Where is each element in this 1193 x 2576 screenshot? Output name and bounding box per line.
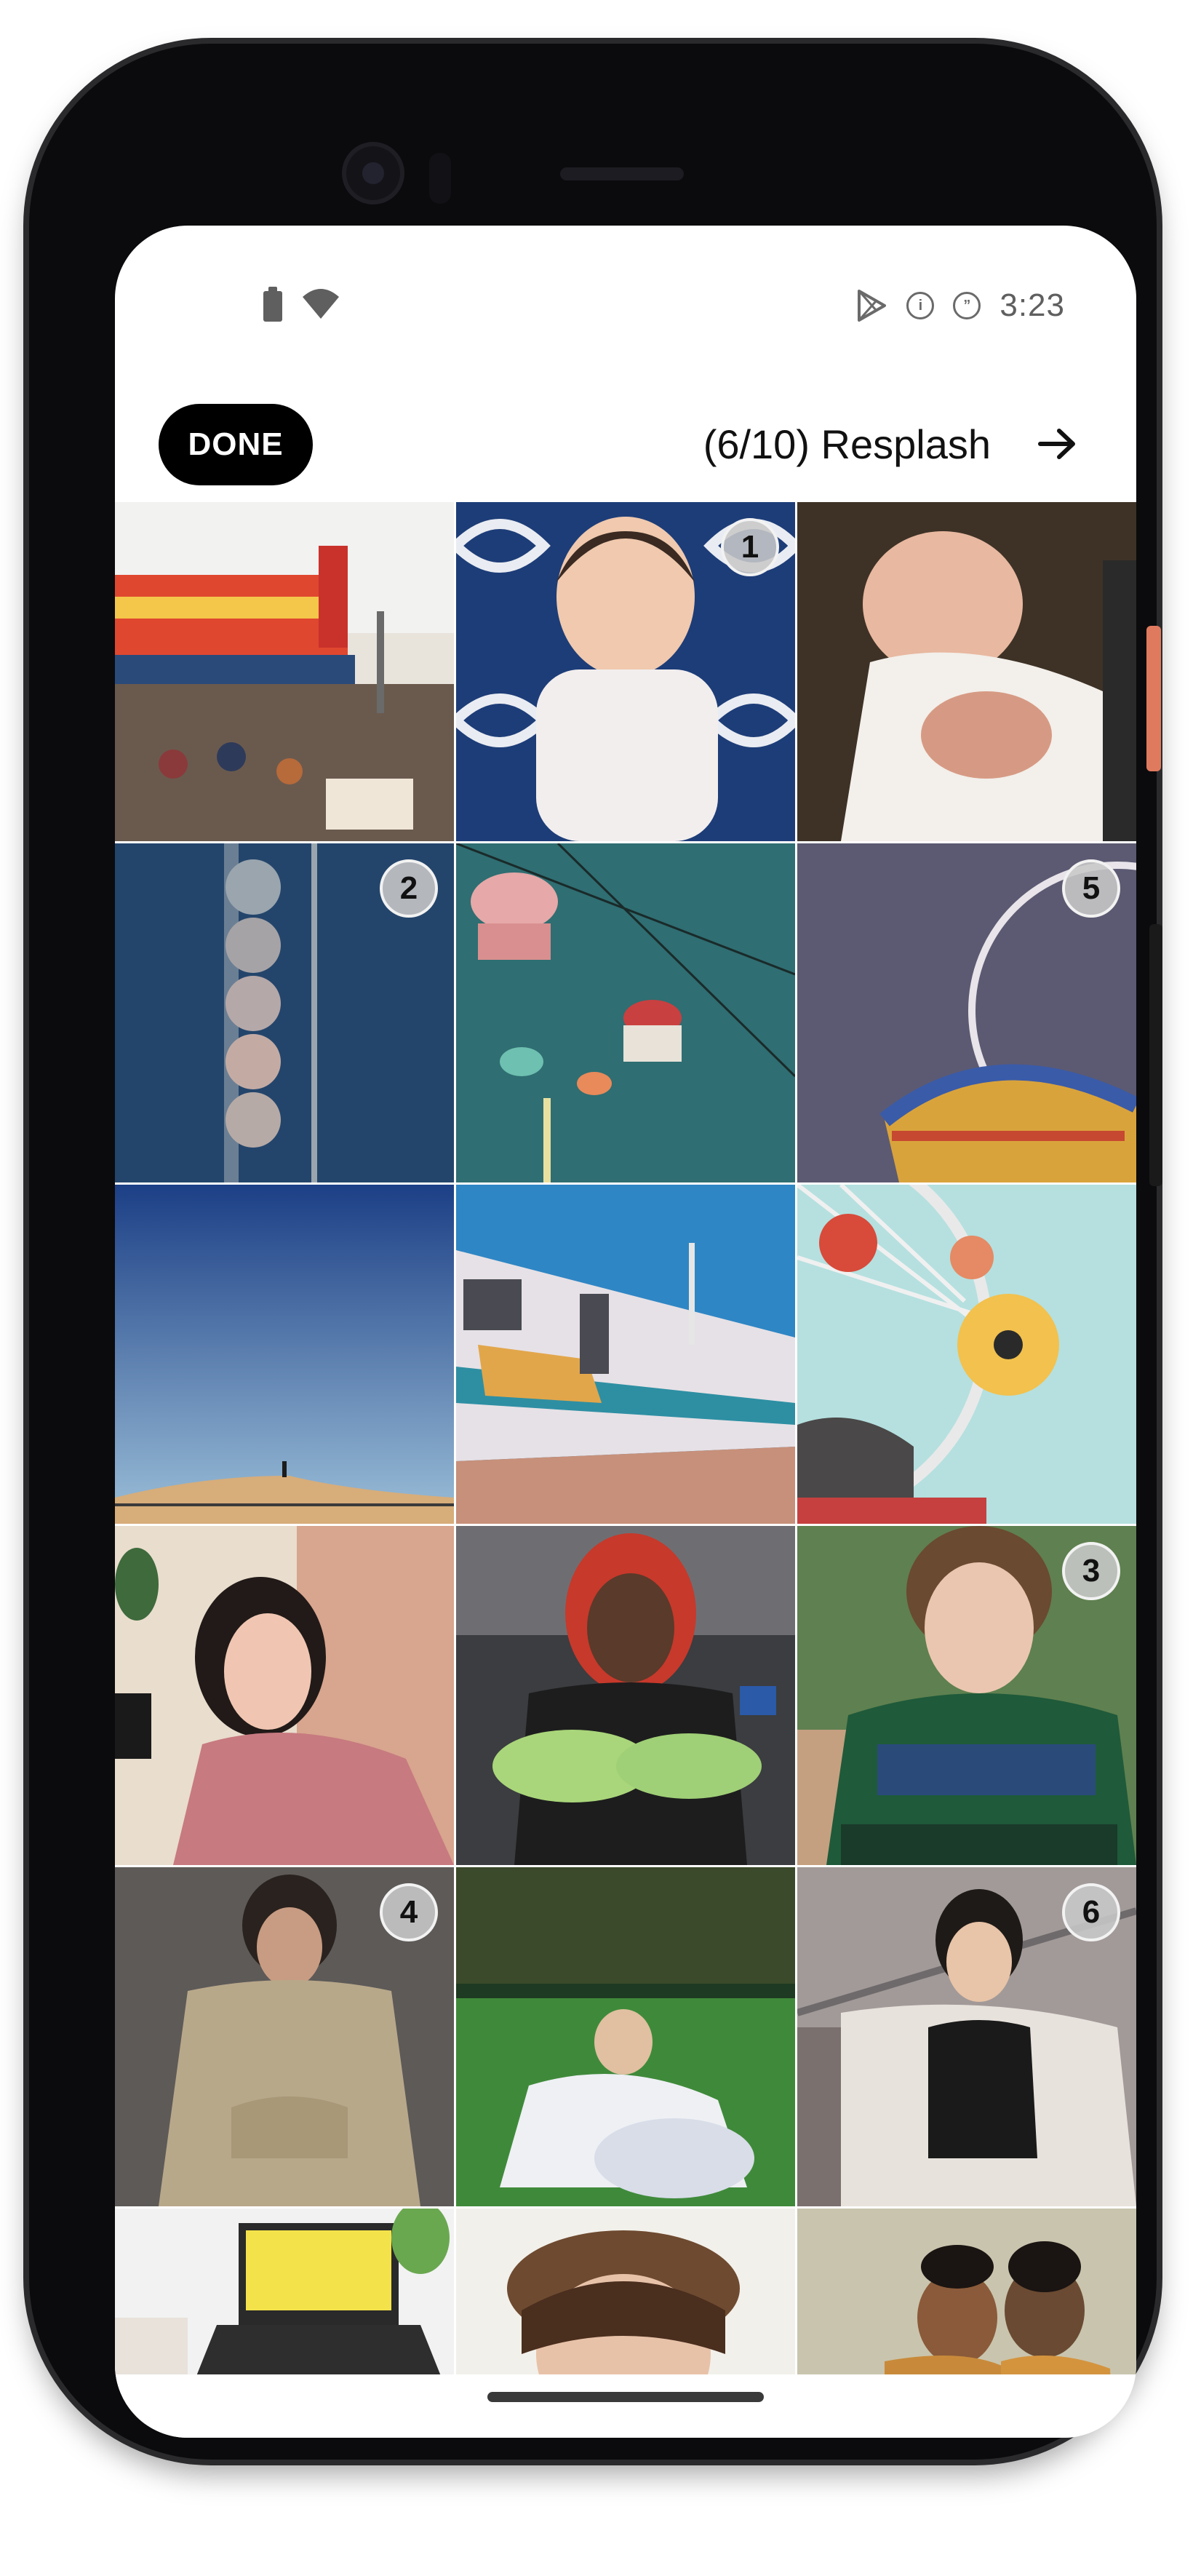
photo-image bbox=[115, 1185, 454, 1524]
photo-image bbox=[797, 1185, 1136, 1524]
selection-badge: 2 bbox=[380, 859, 438, 918]
phone-frame: i ” 3:23 DONE (6/10) Resplash 1 2 5 3 4 … bbox=[29, 44, 1162, 2460]
photo-image bbox=[115, 1526, 454, 1865]
photo-image bbox=[797, 502, 1136, 841]
selection-badge: 5 bbox=[1062, 859, 1120, 918]
photo-tile-train[interactable] bbox=[456, 1185, 795, 1524]
battery-icon bbox=[263, 287, 282, 322]
selection-badge: 3 bbox=[1062, 1542, 1120, 1600]
photo-grid: 1 2 5 3 4 6 bbox=[115, 502, 1136, 2374]
photo-image bbox=[115, 502, 454, 841]
status-time: 3:23 bbox=[1000, 287, 1065, 323]
selection-badge: 1 bbox=[721, 518, 779, 576]
front-camera bbox=[342, 142, 404, 204]
home-handle[interactable] bbox=[487, 2392, 764, 2402]
photo-tile-hot-dog-stand[interactable] bbox=[115, 502, 454, 841]
photo-tile-laptop[interactable] bbox=[115, 2209, 454, 2374]
photo-tile-cable-cars[interactable] bbox=[456, 843, 795, 1182]
app-screen: i ” 3:23 DONE (6/10) Resplash 1 2 5 3 4 … bbox=[115, 226, 1136, 2438]
photo-image bbox=[456, 1185, 795, 1524]
photo-tile-woman-green-gloves[interactable] bbox=[456, 1526, 795, 1865]
photo-image bbox=[456, 843, 795, 1182]
done-button[interactable]: DONE bbox=[159, 404, 313, 485]
wifi-icon bbox=[303, 289, 339, 319]
photo-tile-couple-smiling[interactable] bbox=[797, 2209, 1136, 2374]
top-toolbar: DONE (6/10) Resplash bbox=[115, 382, 1136, 502]
photo-tile-ferris-wheel-yellow[interactable] bbox=[797, 1185, 1136, 1524]
photo-tile-woman-phone[interactable] bbox=[115, 1526, 454, 1865]
power-button bbox=[1149, 924, 1162, 1186]
photo-tile-woman-khaki[interactable]: 4 bbox=[115, 1867, 454, 2206]
photo-tile-motel-sign[interactable]: 2 bbox=[115, 843, 454, 1182]
status-right-group: i ” 3:23 bbox=[855, 284, 1065, 327]
photo-image bbox=[797, 2209, 1136, 2374]
photo-image bbox=[456, 1526, 795, 1865]
selection-badge: 4 bbox=[380, 1883, 438, 1941]
earpiece-speaker bbox=[560, 167, 684, 180]
photo-tile-baby-portrait[interactable]: 1 bbox=[456, 502, 795, 841]
gesture-nav-bar bbox=[115, 2374, 1136, 2438]
photo-tile-man-glasses[interactable]: 3 bbox=[797, 1526, 1136, 1865]
status-bar: i ” 3:23 bbox=[115, 226, 1136, 382]
page-title: (6/10) Resplash bbox=[703, 421, 991, 467]
photo-tile-woman-cap[interactable] bbox=[456, 2209, 795, 2374]
photo-tile-man-stairs[interactable]: 6 bbox=[797, 1867, 1136, 2206]
photo-image bbox=[456, 2209, 795, 2374]
quote-icon: ” bbox=[953, 292, 981, 319]
photo-tile-newborn[interactable] bbox=[797, 502, 1136, 841]
play-store-icon bbox=[858, 290, 887, 322]
photo-image bbox=[115, 2209, 454, 2374]
photo-image bbox=[456, 1867, 795, 2206]
arrow-right-icon[interactable] bbox=[1029, 418, 1087, 469]
proximity-sensor bbox=[429, 153, 451, 204]
photo-tile-couple-grass[interactable] bbox=[456, 1867, 795, 2206]
selection-badge: 6 bbox=[1062, 1883, 1120, 1941]
photo-tile-desert-dune[interactable] bbox=[115, 1185, 454, 1524]
photo-tile-ferris-wheel-swing[interactable]: 5 bbox=[797, 843, 1136, 1182]
volume-accent bbox=[1146, 626, 1161, 771]
info-icon: i bbox=[906, 292, 935, 319]
